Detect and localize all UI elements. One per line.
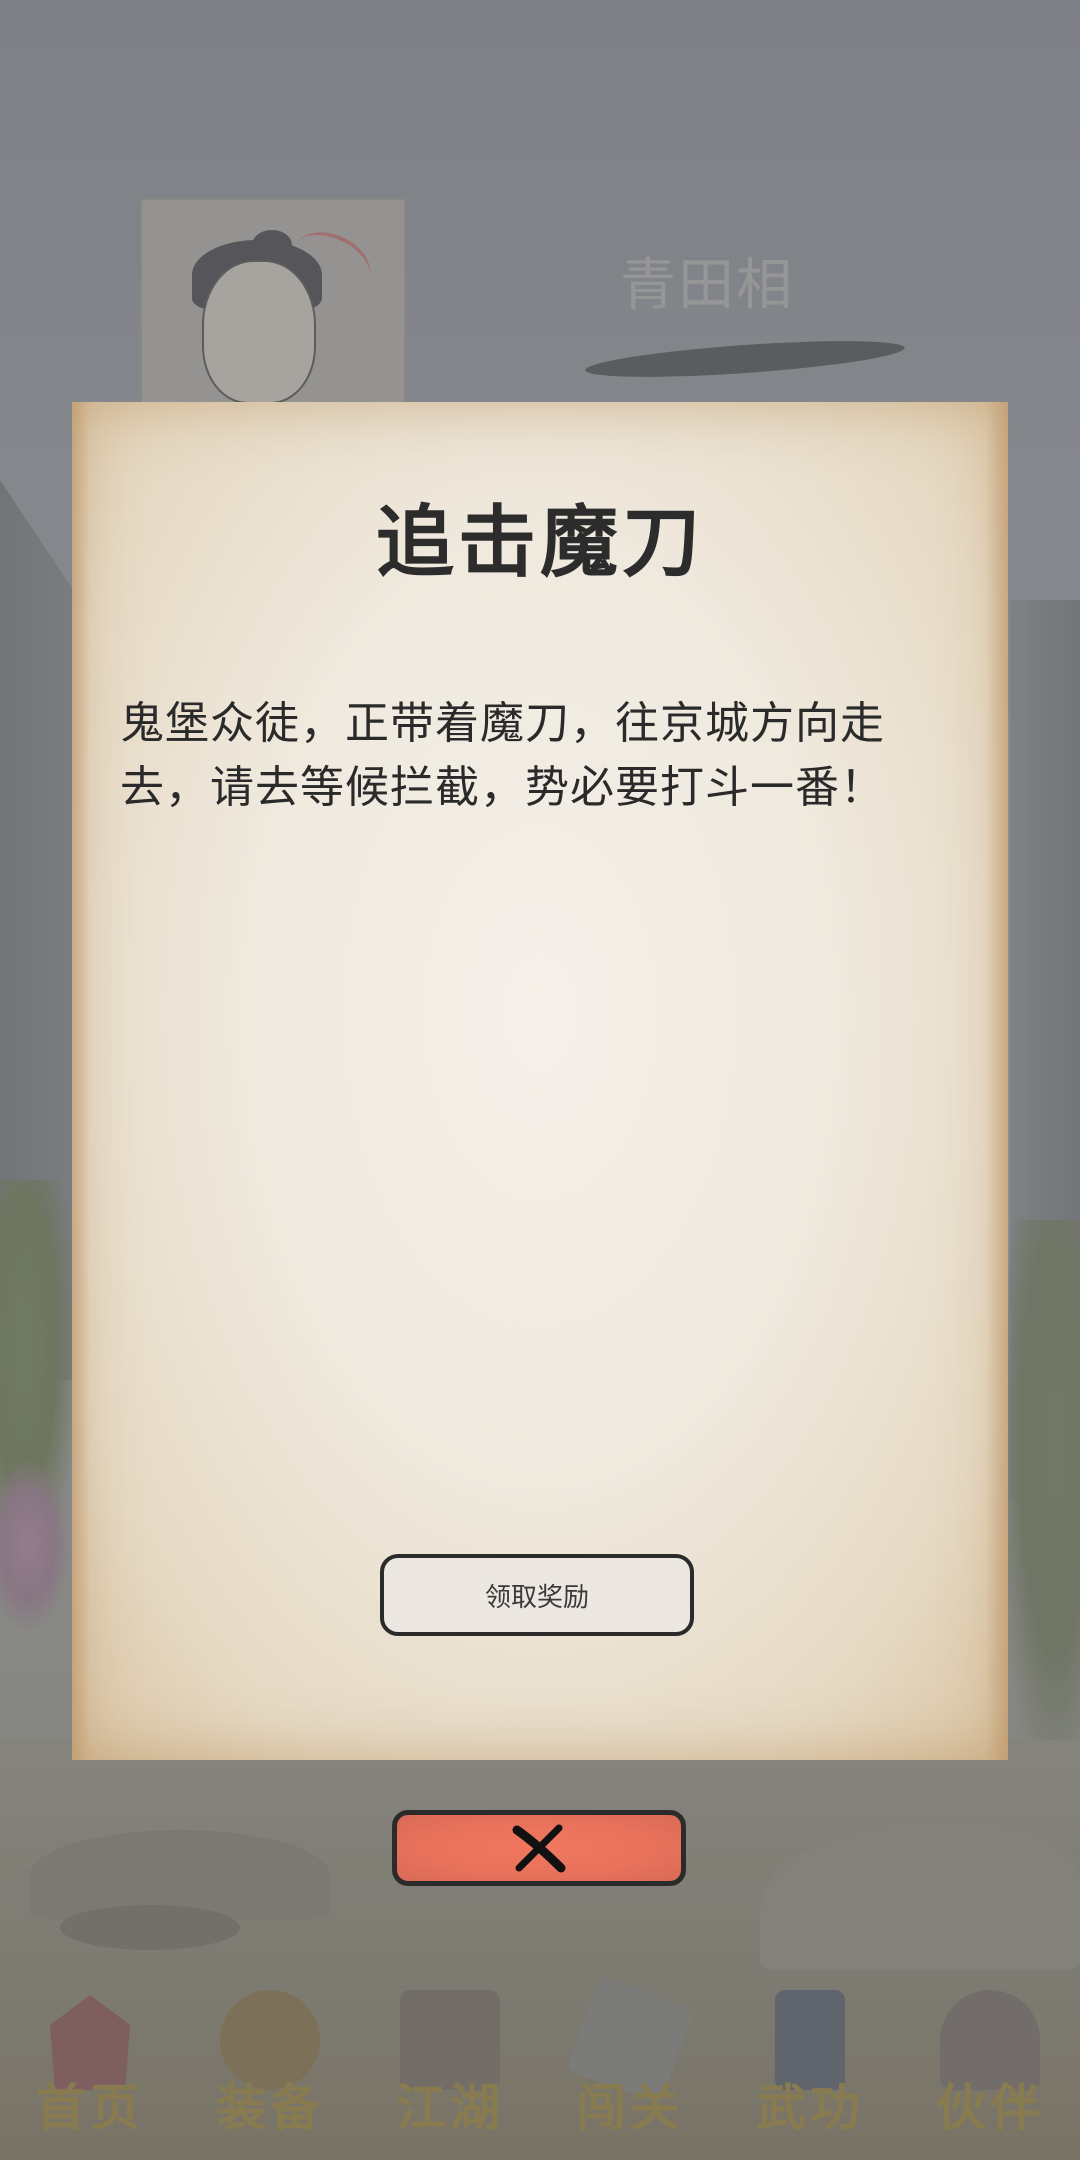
parchment-edge: [986, 402, 1008, 1760]
game-screen: 青田相 首页 装备 江湖 闯关 武功 伙伴 追击魔刀 鬼堡众徒，正带着魔刀，往京…: [0, 0, 1080, 2160]
close-x-icon: [512, 1824, 566, 1873]
parchment-edge: [72, 402, 90, 1760]
quest-title: 追击魔刀: [375, 498, 704, 588]
quest-dialog: 追击魔刀 鬼堡众徒，正带着魔刀，往京城方向走去，请去等候拦截，势必要打斗一番！ …: [72, 402, 1008, 1760]
close-dialog-button[interactable]: [392, 1810, 686, 1886]
quest-description: 鬼堡众徒，正带着魔刀，往京城方向走去，请去等候拦截，势必要打斗一番！: [120, 698, 885, 813]
claim-reward-button[interactable]: 领取奖励: [380, 1554, 694, 1636]
